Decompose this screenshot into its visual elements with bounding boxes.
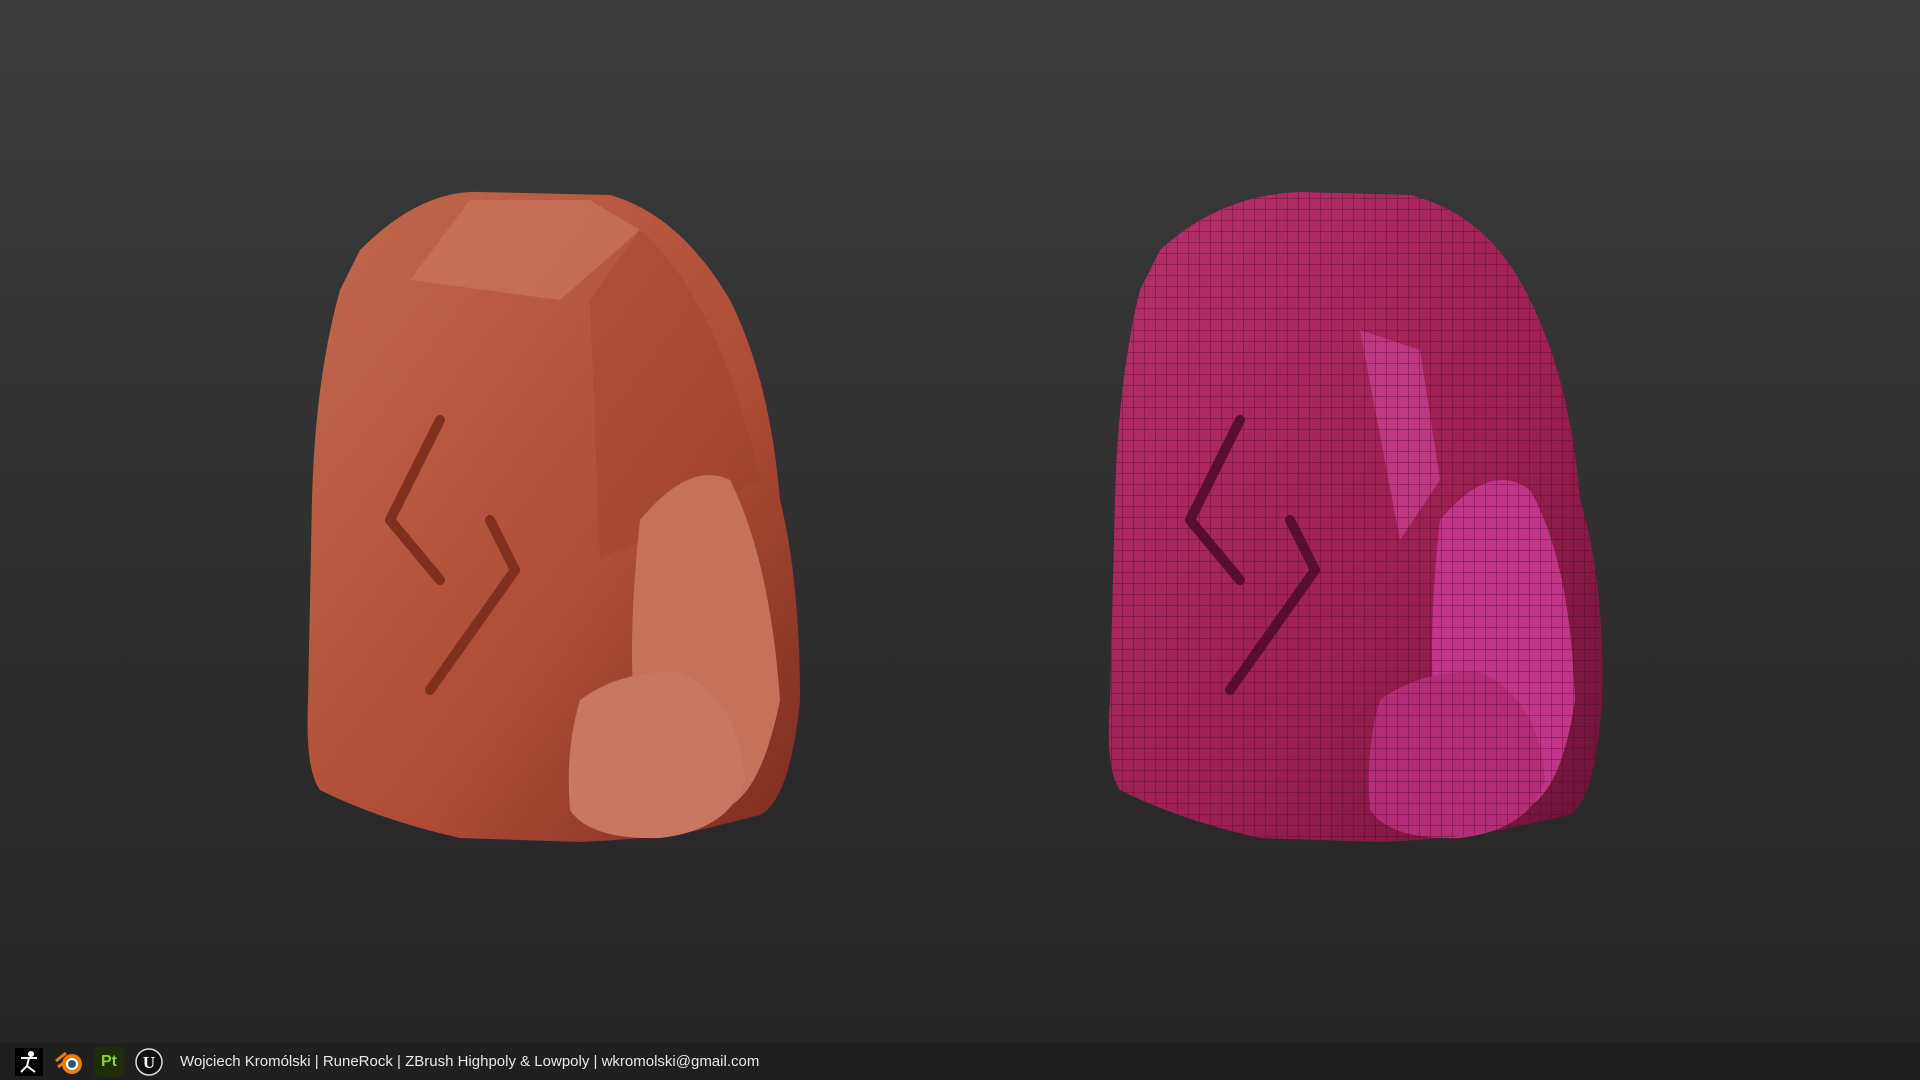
render-viewport: [307, 191, 1603, 842]
blender-icon: [54, 1047, 84, 1077]
credits-caption: Wojciech Kromólski | RuneRock | ZBrush H…: [180, 1053, 760, 1070]
painter-label: Pt: [101, 1052, 117, 1070]
lowpoly-rock: [1108, 192, 1603, 842]
highpoly-rock: [307, 191, 800, 842]
zbrush-icon: [14, 1047, 44, 1077]
wireframe-overlay: [1108, 192, 1603, 842]
unreal-engine-icon: U: [134, 1047, 164, 1077]
substance-painter-icon: Pt: [94, 1046, 124, 1077]
credits-bar: Pt U Wojciech Kromólski | RuneRock | ZBr…: [0, 1043, 1920, 1080]
svg-text:U: U: [143, 1053, 155, 1072]
